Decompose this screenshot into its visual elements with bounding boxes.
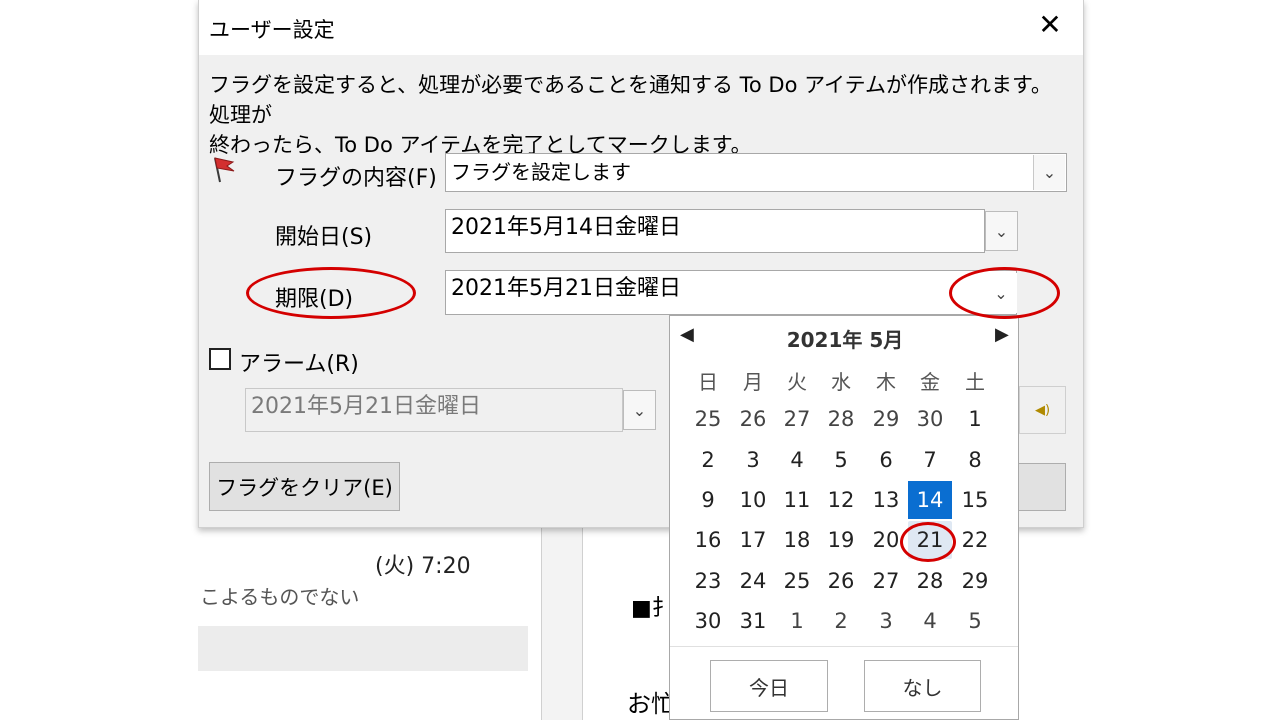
background-pane-gap bbox=[542, 527, 582, 720]
calendar-day[interactable]: 1 bbox=[953, 400, 997, 438]
weekday-label: 土 bbox=[965, 370, 985, 394]
calendar-day[interactable]: 1 bbox=[775, 602, 819, 640]
none-button[interactable]: なし bbox=[864, 660, 981, 712]
weekday-label: 火 bbox=[787, 370, 807, 394]
weekday-label: 木 bbox=[876, 370, 896, 394]
date-picker-popup: 2021年 5月 ◀ ▶ 日月火水木金土 25 26 27 28 29 30 1 2 3 4 5 6 7… bbox=[669, 315, 1019, 720]
none-button-label: なし bbox=[902, 675, 943, 700]
due-date-field[interactable]: 2021年5月21日金曜日 bbox=[445, 270, 1017, 315]
flag-to-dropdown-button[interactable]: ⌄ bbox=[1033, 155, 1065, 190]
calendar-day[interactable]: 25 bbox=[775, 562, 819, 600]
calendar-day[interactable]: 3 bbox=[864, 602, 908, 640]
chevron-down-icon: ⌄ bbox=[632, 400, 647, 420]
calendar-day[interactable]: 4 bbox=[908, 602, 952, 640]
speaker-icon: ◀) bbox=[1034, 402, 1051, 418]
calendar-day[interactable]: 19 bbox=[819, 521, 863, 559]
background-message-row[interactable] bbox=[198, 626, 528, 671]
calendar-day[interactable]: 15 bbox=[953, 481, 997, 519]
calendar-header: 2021年 5月 ◀ ▶ bbox=[670, 316, 1020, 356]
calendar-day[interactable]: 3 bbox=[731, 441, 775, 479]
annotation-ellipse-dropdown bbox=[949, 267, 1060, 319]
weekday-label: 水 bbox=[831, 370, 851, 394]
reminder-label: アラーム(R) bbox=[239, 352, 359, 377]
calendar-day[interactable]: 23 bbox=[686, 562, 730, 600]
calendar-day[interactable]: 9 bbox=[686, 481, 730, 519]
today-button-label: 今日 bbox=[749, 675, 789, 700]
today-button[interactable]: 今日 bbox=[710, 660, 828, 712]
flag-to-value: フラグを設定します bbox=[451, 160, 631, 184]
calendar-divider bbox=[670, 646, 1018, 647]
background-body-text: お忙 bbox=[627, 690, 675, 718]
dialog-description: フラグを設定すると、処理が必要であることを通知する To Do アイテムが作成さ… bbox=[209, 73, 1052, 157]
background-message-list bbox=[198, 527, 541, 720]
calendar-day[interactable]: 30 bbox=[686, 602, 730, 640]
background-body-text: ■扌 bbox=[631, 596, 674, 621]
calendar-day[interactable]: 8 bbox=[953, 441, 997, 479]
reminder-sound-button[interactable]: ◀) bbox=[1019, 386, 1066, 434]
annotation-ellipse-due-label bbox=[246, 267, 416, 319]
calendar-day[interactable]: 4 bbox=[775, 441, 819, 479]
due-date-value: 2021年5月21日金曜日 bbox=[451, 276, 681, 301]
clear-flag-label: フラグをクリア(E) bbox=[216, 475, 393, 500]
calendar-day[interactable]: 31 bbox=[731, 602, 775, 640]
previous-month-icon[interactable]: ◀ bbox=[680, 324, 694, 345]
calendar-day[interactable]: 14 bbox=[908, 481, 952, 519]
calendar-day[interactable]: 7 bbox=[908, 441, 952, 479]
flag-to-label: フラグの内容(F) bbox=[275, 166, 437, 191]
calendar-day[interactable]: 17 bbox=[731, 521, 775, 559]
annotation-ellipse-day-21 bbox=[900, 522, 956, 562]
reminder-date-dropdown-button[interactable]: ⌄ bbox=[623, 390, 656, 430]
calendar-day[interactable]: 18 bbox=[775, 521, 819, 559]
calendar-month-title[interactable]: 2021年 5月 bbox=[670, 324, 1020, 353]
calendar-day[interactable]: 25 bbox=[686, 400, 730, 438]
start-date-dropdown-button[interactable]: ⌄ bbox=[985, 211, 1018, 251]
weekday-label: 金 bbox=[920, 370, 940, 394]
background-message-snippet: こよるものでない bbox=[200, 585, 360, 609]
calendar-day[interactable]: 5 bbox=[819, 441, 863, 479]
dialog-titlebar: ユーザー設定 ✕ bbox=[199, 0, 1083, 55]
calendar-day[interactable]: 2 bbox=[686, 441, 730, 479]
calendar-day[interactable]: 5 bbox=[953, 602, 997, 640]
background-divider bbox=[582, 527, 583, 720]
calendar-day[interactable]: 29 bbox=[953, 562, 997, 600]
calendar-day[interactable]: 27 bbox=[775, 400, 819, 438]
background-message-time: (火) 7:20 bbox=[375, 554, 471, 579]
weekday-label: 月 bbox=[743, 370, 763, 394]
start-date-label: 開始日(S) bbox=[275, 225, 373, 250]
clear-flag-button[interactable]: フラグをクリア(E) bbox=[209, 462, 400, 511]
calendar-day[interactable]: 29 bbox=[864, 400, 908, 438]
reminder-checkbox[interactable] bbox=[209, 348, 231, 370]
start-date-field[interactable]: 2021年5月14日金曜日 bbox=[445, 209, 985, 253]
calendar-day[interactable]: 26 bbox=[731, 400, 775, 438]
calendar-day[interactable]: 6 bbox=[864, 441, 908, 479]
reminder-date-value: 2021年5月21日金曜日 bbox=[251, 394, 481, 419]
calendar-day[interactable]: 28 bbox=[908, 562, 952, 600]
calendar-day[interactable]: 10 bbox=[731, 481, 775, 519]
calendar-day[interactable]: 22 bbox=[953, 521, 997, 559]
dialog-title: ユーザー設定 bbox=[209, 18, 335, 42]
flag-to-combobox[interactable]: フラグを設定します bbox=[445, 153, 1067, 192]
close-button[interactable]: ✕ bbox=[1035, 10, 1065, 40]
calendar-day[interactable]: 27 bbox=[864, 562, 908, 600]
calendar-day[interactable]: 13 bbox=[864, 481, 908, 519]
weekday-label: 日 bbox=[698, 370, 718, 394]
calendar-day[interactable]: 26 bbox=[819, 562, 863, 600]
calendar-day[interactable]: 24 bbox=[731, 562, 775, 600]
chevron-down-icon: ⌄ bbox=[1042, 163, 1057, 182]
calendar-day[interactable]: 28 bbox=[819, 400, 863, 438]
calendar-day[interactable]: 30 bbox=[908, 400, 952, 438]
reminder-date-field[interactable]: 2021年5月21日金曜日 bbox=[245, 388, 623, 432]
red-flag-icon bbox=[209, 154, 239, 184]
calendar-day[interactable]: 11 bbox=[775, 481, 819, 519]
calendar-day[interactable]: 2 bbox=[819, 602, 863, 640]
chevron-down-icon: ⌄ bbox=[994, 221, 1009, 241]
calendar-day[interactable]: 16 bbox=[686, 521, 730, 559]
calendar-day[interactable]: 12 bbox=[819, 481, 863, 519]
start-date-value: 2021年5月14日金曜日 bbox=[451, 215, 681, 240]
next-month-icon[interactable]: ▶ bbox=[995, 324, 1009, 345]
